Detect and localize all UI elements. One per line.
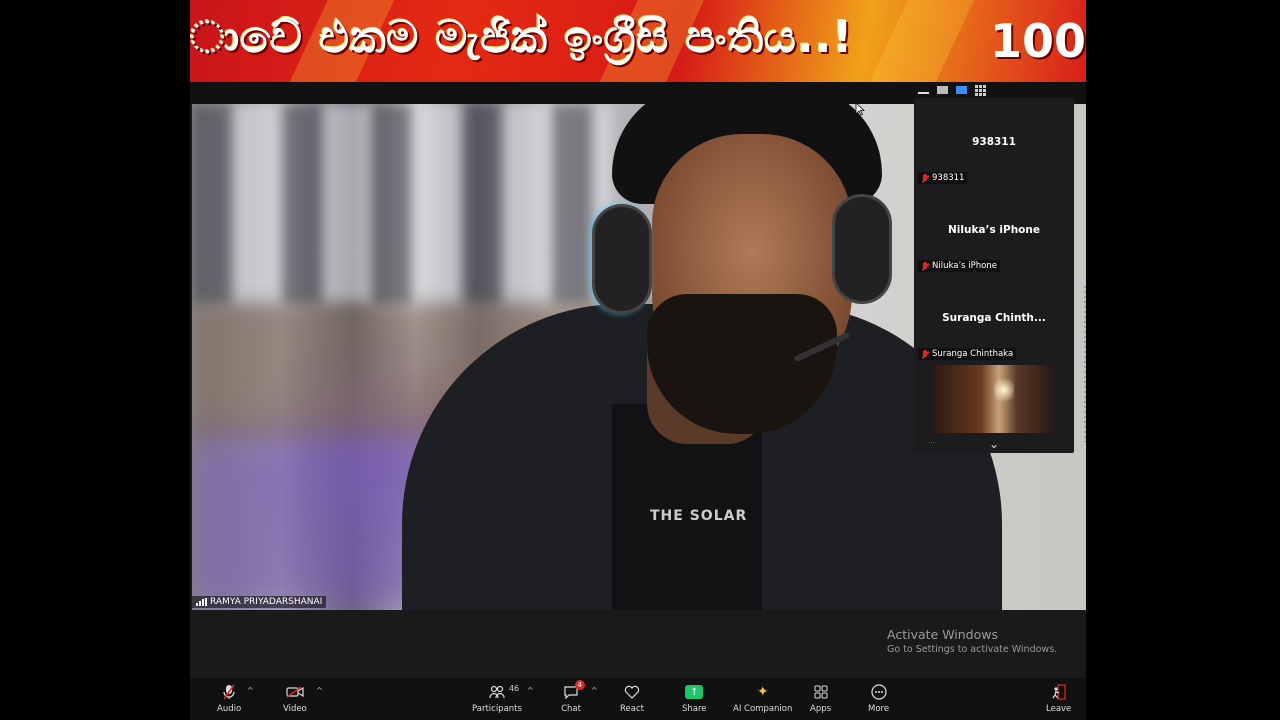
participant-tile[interactable]: Niluka’s iPhone Niluka’s iPhone <box>914 186 1074 274</box>
apps-label: Apps <box>810 704 832 714</box>
video-label: Video <box>283 704 307 714</box>
gallery-view-icon[interactable] <box>975 84 986 96</box>
chat-icon: 4 <box>561 680 585 702</box>
apps-icon <box>811 682 831 702</box>
chevron-down-icon[interactable]: ⌄ <box>914 437 1074 451</box>
participant-name-label: Niluka’s iPhone <box>918 260 1000 272</box>
participant-name-label: Suranga Chinthaka <box>918 348 1017 360</box>
strip-view-icon[interactable] <box>956 86 967 94</box>
apps-button[interactable]: Apps <box>810 682 831 714</box>
participant-name: 938311 <box>932 173 965 183</box>
share-screen-icon: ↑ <box>684 682 704 702</box>
mic-muted-icon <box>921 261 929 271</box>
ai-companion-label: AI Companion <box>733 704 793 714</box>
participant-tile-title: 938311 <box>972 136 1016 148</box>
more-button[interactable]: More <box>868 682 889 714</box>
mic-muted-icon <box>921 349 929 359</box>
speaker-view-icon[interactable] <box>937 86 948 94</box>
minimize-view-icon[interactable] <box>918 92 929 94</box>
audio-button[interactable]: Audio <box>217 682 241 714</box>
leave-label: Leave <box>1046 704 1072 714</box>
shirt-logo: THE SOLAR <box>650 508 748 524</box>
react-label: React <box>620 704 644 714</box>
leave-door-icon <box>1049 682 1069 702</box>
participant-tile[interactable]: 938311 938311 <box>914 98 1074 186</box>
view-mode-switcher <box>918 84 986 96</box>
heart-icon <box>622 682 642 702</box>
participant-name: Suranga Chinthaka <box>932 349 1014 359</box>
signal-strength-icon <box>196 598 207 606</box>
chat-button[interactable]: 4 Chat <box>561 680 585 714</box>
participant-tile[interactable]: Suranga Chinth... Suranga Chinthaka <box>914 274 1074 362</box>
sparkle-icon: ✦ <box>756 684 769 700</box>
activate-windows-watermark: Activate Windows Go to Settings to activ… <box>887 627 1057 655</box>
audio-label: Audio <box>217 704 242 714</box>
leave-button[interactable]: Leave <box>1046 682 1071 714</box>
video-button[interactable]: Video <box>283 682 307 714</box>
audio-options-caret-icon[interactable]: ^ <box>247 686 254 695</box>
participant-tile-title: Suranga Chinth... <box>942 312 1046 324</box>
participant-gallery: 938311 938311 Niluka’s iPhone Niluka’s i… <box>914 98 1074 453</box>
participant-tile-title: Niluka’s iPhone <box>947 224 1040 236</box>
ai-companion-button[interactable]: ✦ AI Companion <box>733 682 792 714</box>
scroll-edge <box>1084 286 1086 442</box>
camera-off-icon <box>285 682 305 702</box>
speaker-name: RAMYA PRIYADARSHANAI <box>210 597 323 607</box>
more-label: More <box>868 704 890 714</box>
participants-options-caret-icon[interactable]: ^ <box>527 686 534 695</box>
more-dots-icon <box>869 682 889 702</box>
share-label: Share <box>682 704 707 714</box>
mic-muted-icon <box>921 173 929 183</box>
video-options-caret-icon[interactable]: ^ <box>316 686 323 695</box>
watermark-title: Activate Windows <box>887 627 998 642</box>
chat-label: Chat <box>561 704 581 714</box>
speaker-name-tag: RAMYA PRIYADARSHANAI <box>192 596 327 608</box>
headphone-icon <box>592 204 652 314</box>
participants-button[interactable]: 46 Participants <box>472 682 522 714</box>
share-button[interactable]: ↑ Share <box>682 682 707 714</box>
participant-name-label: 938311 <box>918 172 968 184</box>
participants-icon: 46 <box>487 682 519 702</box>
participant-video-thumbnail[interactable] <box>934 365 1052 433</box>
watermark-subtitle: Go to Settings to activate Windows. <box>887 644 1058 655</box>
participants-label: Participants <box>472 704 522 714</box>
microphone-muted-icon <box>219 682 239 702</box>
mouse-cursor-icon <box>855 102 865 116</box>
banner-number: 100 <box>989 14 1086 68</box>
meeting-toolbar: Audio ^ Video ^ 46 Participants ^ 4 Chat… <box>190 678 1086 720</box>
participant-name: Niluka’s iPhone <box>932 261 997 271</box>
promo-banner: ාවේ එකම මැජික් ඉංග්‍රීසි පංතිය..! 100 <box>190 0 1086 82</box>
react-button[interactable]: React <box>620 682 644 714</box>
chat-options-caret-icon[interactable]: ^ <box>591 686 598 695</box>
zoom-meeting-window: ාවේ එකම මැජික් ඉංග්‍රීසි පංතිය..! 100 TH… <box>190 0 1086 720</box>
participants-count: 46 <box>508 684 520 693</box>
chat-unread-badge: 4 <box>574 680 585 690</box>
banner-text: ාවේ එකම මැජික් ඉංග්‍රීසි පංතිය..! <box>190 12 854 63</box>
